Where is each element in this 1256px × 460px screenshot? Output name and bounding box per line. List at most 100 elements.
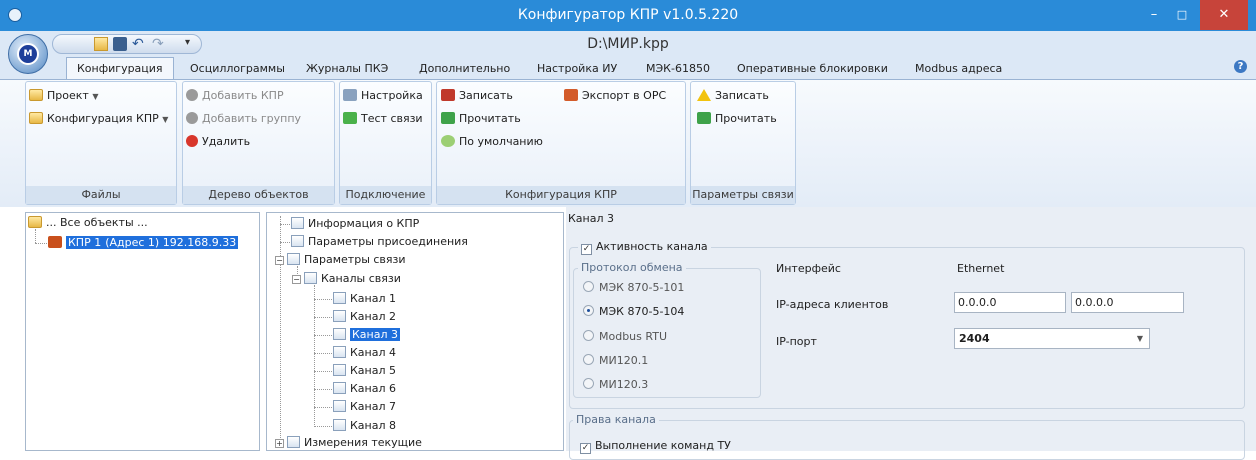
group-label-kpr-config: Конфигурация КПР xyxy=(437,186,685,204)
config-kpr-button[interactable]: Конфигурация КПР ▼ xyxy=(29,110,168,128)
tree-item-channel-6[interactable]: Канал 6 xyxy=(333,381,396,397)
project-label: Проект xyxy=(47,89,89,102)
test-connection-button[interactable]: Тест связи xyxy=(343,110,423,128)
measurements-label: Измерения текущие xyxy=(304,436,422,449)
config-read-label: Прочитать xyxy=(459,112,521,125)
minimize-button[interactable]: – xyxy=(1140,0,1168,30)
interface-value: Ethernet xyxy=(957,262,1005,275)
group-files: Проект ▼ Конфигурация КПР ▼ Файлы xyxy=(25,81,177,205)
channel-details-panel: Канал 3 ✓ Активность канала Протокол обме… xyxy=(566,207,1256,460)
add-group-label: Добавить группу xyxy=(202,112,302,125)
port-combo[interactable]: 2404 ▼ xyxy=(954,328,1150,349)
parameter-tree-panel: Информация о КПР Параметры присоединения… xyxy=(266,212,564,451)
add-kpr-button[interactable]: Добавить КПР xyxy=(186,87,284,105)
tab-oscillograms[interactable]: Осциллограммы xyxy=(190,58,285,79)
tree-item-kpr1[interactable]: КПР 1 (Адрес 1) 192.168.9.33 xyxy=(48,235,239,251)
tab-pqe-logs[interactable]: Журналы ПКЭ xyxy=(306,58,388,79)
active-checkbox[interactable]: ✓ Активность канала xyxy=(578,240,711,255)
radio-icon xyxy=(583,378,594,389)
client-ip-2-input[interactable]: 0.0.0.0 xyxy=(1071,292,1184,313)
node-icon xyxy=(333,400,346,412)
comm-params-label: Параметры связи xyxy=(304,253,406,266)
tree-item-channel-8[interactable]: Канал 8 xyxy=(333,418,396,434)
protocol-label: МЭК 870-5-104 xyxy=(599,305,685,318)
comm-write-button[interactable]: Записать xyxy=(697,87,769,105)
channel-label: Канал 3 xyxy=(350,328,401,341)
comm-read-button[interactable]: Прочитать xyxy=(697,110,777,128)
tree-item-measurements[interactable]: + Измерения текущие xyxy=(275,435,422,451)
tree-item-channel-5[interactable]: Канал 5 xyxy=(333,363,396,379)
active-label: Активность канала xyxy=(596,240,708,253)
info-label: Информация о КПР xyxy=(308,217,420,230)
chevron-down-icon: ▼ xyxy=(162,115,169,124)
export-opc-button[interactable]: Экспорт в OPC xyxy=(564,87,666,105)
tree-item-channel-1[interactable]: Канал 1 xyxy=(333,291,396,307)
tree-item-channels[interactable]: − Каналы связи xyxy=(292,271,401,287)
protocol-radio-101[interactable]: МЭК 870-5-101 xyxy=(583,281,684,294)
opc-icon xyxy=(564,89,578,101)
node-icon xyxy=(333,382,346,394)
chevron-down-icon: ▼ xyxy=(1136,334,1143,343)
tree-item-channel-3[interactable]: Канал 3 xyxy=(333,327,401,343)
port-value: 2404 xyxy=(959,332,990,345)
tree-item-comm-params[interactable]: − Параметры связи xyxy=(275,252,406,268)
channel-label: Канал 1 xyxy=(350,292,397,305)
tree-item-info[interactable]: Информация о КПР xyxy=(291,216,419,232)
collapse-icon[interactable]: − xyxy=(275,256,284,265)
project-button[interactable]: Проект ▼ xyxy=(29,87,98,105)
folder-icon xyxy=(29,89,43,101)
channel-label: Канал 2 xyxy=(350,310,397,323)
delete-icon xyxy=(186,135,198,147)
checkbox-icon: ✓ xyxy=(580,443,591,454)
delete-button[interactable]: Удалить xyxy=(186,133,250,151)
tree-item-channel-4[interactable]: Канал 4 xyxy=(333,345,396,361)
write-icon xyxy=(441,89,455,101)
protocol-radio-mi1201[interactable]: МИ120.1 xyxy=(583,354,648,367)
tree-root[interactable]: ... Все объекты ... xyxy=(28,215,148,231)
config-default-button[interactable]: По умолчанию xyxy=(441,133,543,151)
help-icon[interactable]: ? xyxy=(1234,60,1247,73)
connection-setup-button[interactable]: Настройка xyxy=(343,87,423,105)
tab-interlocks[interactable]: Оперативные блокировки xyxy=(737,58,888,79)
collapse-icon[interactable]: − xyxy=(292,275,301,284)
radio-selected-icon xyxy=(583,305,594,316)
group-connection: Настройка Тест связи Подключение xyxy=(339,81,432,205)
tab-iec61850[interactable]: МЭК-61850 xyxy=(646,58,710,79)
protocol-radio-104[interactable]: МЭК 870-5-104 xyxy=(583,305,684,318)
tree-root-label: ... Все объекты ... xyxy=(46,216,148,229)
expand-icon[interactable]: + xyxy=(275,439,284,448)
node-icon xyxy=(333,328,346,340)
tab-modbus-addresses[interactable]: Modbus адреса xyxy=(915,58,1002,79)
node-icon xyxy=(333,346,346,358)
device-icon xyxy=(48,236,62,248)
close-button[interactable]: ✕ xyxy=(1200,0,1248,30)
maximize-button[interactable]: □ xyxy=(1168,0,1196,30)
node-icon xyxy=(291,235,304,247)
rights-legend: Права канала xyxy=(573,413,659,426)
tree-item-connect-params[interactable]: Параметры присоединения xyxy=(291,234,468,250)
tab-iu-settings[interactable]: Настройка ИУ xyxy=(537,58,617,79)
client-ip-1-input[interactable]: 0.0.0.0 xyxy=(954,292,1066,313)
tree-item-channel-7[interactable]: Канал 7 xyxy=(333,399,396,415)
node-icon xyxy=(287,436,300,448)
tab-configuration[interactable]: Конфигурация xyxy=(66,57,174,80)
kpr-address: (Адрес 1) 192.168.9.33 xyxy=(103,236,239,249)
config-read-button[interactable]: Прочитать xyxy=(441,110,521,128)
read-icon xyxy=(697,112,711,124)
config-write-button[interactable]: Записать xyxy=(441,87,513,105)
radio-icon xyxy=(583,354,594,365)
tree-item-channel-2[interactable]: Канал 2 xyxy=(333,309,396,325)
radio-icon xyxy=(583,330,594,341)
add-icon xyxy=(186,89,198,101)
tab-additional[interactable]: Дополнительно xyxy=(419,58,510,79)
protocol-radio-mi1203[interactable]: МИ120.3 xyxy=(583,378,648,391)
protocol-label: Modbus RTU xyxy=(599,330,667,343)
comm-read-label: Прочитать xyxy=(715,112,777,125)
add-group-button[interactable]: Добавить группу xyxy=(186,110,301,128)
node-icon xyxy=(333,419,346,431)
node-icon xyxy=(333,364,346,376)
protocol-radio-modbus[interactable]: Modbus RTU xyxy=(583,330,667,343)
tu-checkbox[interactable]: ✓ Выполнение команд ТУ xyxy=(580,439,731,454)
channel-heading: Канал 3 xyxy=(568,212,615,225)
folder-icon xyxy=(28,216,42,228)
